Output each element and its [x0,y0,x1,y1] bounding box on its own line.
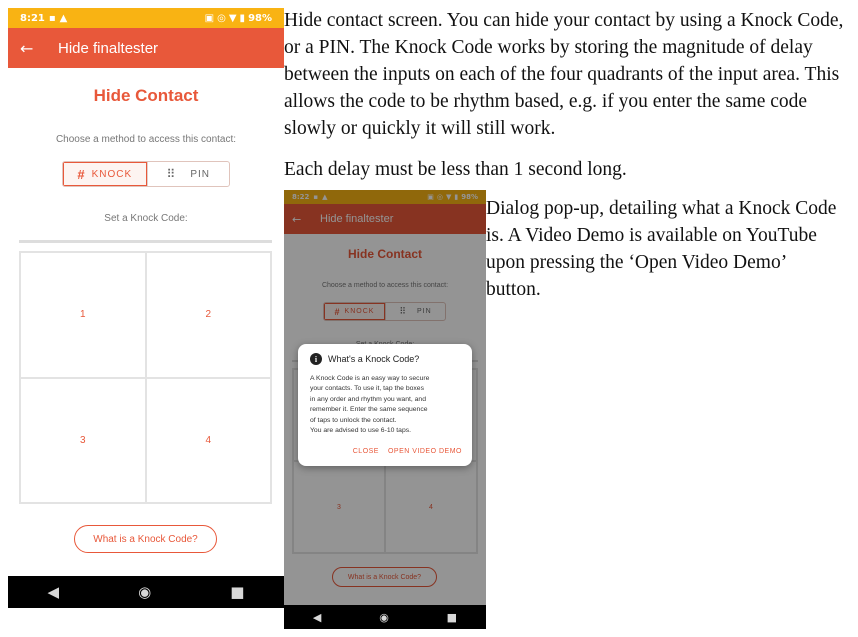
warning-icon: ▲ [59,12,68,24]
status-time: 8:21 [20,12,45,24]
knock-code-prompt: Set a Knock Code: [104,213,188,224]
knock-code-dialog-screen: 8:22 ▪ ▲ ▣ ◎ ▼ ▮ 98% ← Hide finaltester … [284,190,486,629]
wifi-icon: ▼ [228,12,237,24]
app-bar-title: Hide finaltester [58,39,159,57]
method-prompt: Choose a method to access this contact: [55,134,237,145]
system-nav-bar: ◀ ◉ ■ [284,605,486,629]
quadrant-4[interactable]: 4 [145,377,271,503]
dialog-line: in any order and rhythm you want, and [310,395,426,403]
dialog-body: A Knock Code is an easy way to secure yo… [310,374,460,436]
pin-option[interactable]: ⠿ PIN [146,162,230,186]
nav-recents-icon[interactable]: ■ [447,611,457,624]
back-arrow-icon[interactable]: ← [20,39,58,58]
message-icon: ▪ [48,12,56,24]
close-button[interactable]: CLOSE [353,448,379,455]
quadrant-3[interactable]: 3 [20,377,146,503]
dialog-line: remember it. Enter the same sequence [310,406,428,414]
knock-code-dialog: i What's a Knock Code? A Knock Code is a… [298,344,472,466]
nav-home-icon[interactable]: ◉ [379,611,389,624]
hash-icon: # [77,166,86,182]
pin-option-label: PIN [190,168,210,180]
status-bar: 8:21 ▪ ▲ ▣ ◎ ▼ ▮ 98% [8,8,284,28]
knock-pad: 1 2 3 4 [19,251,272,504]
method-toggle: # KNOCK ⠿ PIN [62,161,230,187]
dialog-title: What's a Knock Code? [328,354,420,364]
dialpad-icon: ⠿ [166,167,177,181]
nav-recents-icon[interactable]: ■ [230,583,244,601]
info-icon: i [310,353,322,365]
caption-hide-contact: Hide contact screen. You can hide your c… [284,10,844,139]
page-title: Hide Contact [93,86,199,105]
dialog-line: your contacts. To use it, tap the boxes [310,385,424,393]
dialog-line: A Knock Code is an easy way to secure [310,375,430,382]
battery-percent: 98% [248,12,272,24]
nav-back-icon[interactable]: ◀ [48,583,60,601]
system-nav-bar: ◀ ◉ ■ [8,576,284,608]
quadrant-2[interactable]: 2 [145,252,271,378]
vibrate-icon: ▣ [204,12,215,24]
progress-divider [19,240,272,243]
knock-option[interactable]: # KNOCK [63,162,147,186]
knock-option-label: KNOCK [91,168,133,180]
quadrant-1[interactable]: 1 [20,252,146,378]
hide-contact-screen: 8:21 ▪ ▲ ▣ ◎ ▼ ▮ 98% ← Hide finaltester … [8,8,284,608]
sync-icon: ◎ [217,12,226,24]
nav-home-icon[interactable]: ◉ [138,583,151,601]
battery-icon: ▮ [239,12,246,24]
open-video-demo-button[interactable]: OPEN VIDEO DEMO [388,448,462,455]
nav-back-icon[interactable]: ◀ [313,611,321,624]
app-bar: ← Hide finaltester [8,28,284,68]
dialog-line: You are advised to use 6-10 taps. [310,427,412,435]
caption-dialog: Dialog pop-up, detailing what a Knock Co… [486,198,837,300]
caption-delay-note: Each delay must be less than 1 second lo… [284,159,627,180]
dialog-line: of taps to unlock the contact. [310,416,397,424]
what-is-knock-code-button[interactable]: What is a Knock Code? [74,525,217,553]
